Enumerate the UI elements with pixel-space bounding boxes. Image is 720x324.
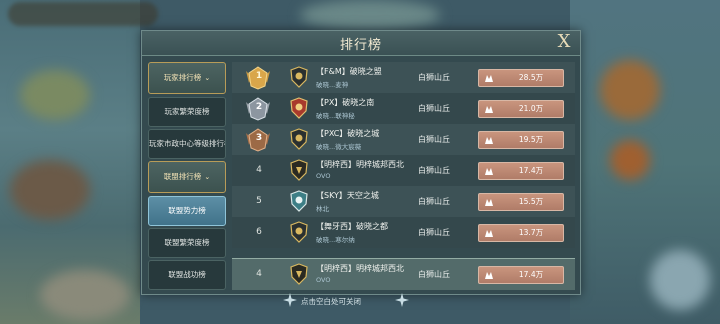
alliance-location: 白狮山丘: [418, 135, 450, 144]
sidebar-item-label: 玩家市政中心等级排行榜: [149, 139, 226, 148]
alliance-location: 白狮山丘: [418, 166, 450, 175]
alliance-leader: 破晓...微大宸薇: [316, 143, 362, 151]
power-value: 21.0万: [518, 104, 544, 113]
power-value: 13.7万: [518, 228, 544, 237]
sidebar-item-player-prosperity[interactable]: 玩家繁荣度榜: [148, 97, 226, 127]
rank-number: 6: [256, 227, 262, 237]
chevron-down-icon: ⌄: [204, 74, 211, 82]
alliance-leader: 破晓...麦神: [316, 81, 349, 89]
chevron-down-icon: ⌄: [204, 173, 211, 181]
background-blur: [10, 160, 90, 220]
power-badge: 19.5万: [478, 131, 564, 149]
alliance-name: 【SKY】天空之城: [316, 191, 379, 200]
background-blur: [40, 270, 130, 320]
power-icon: [485, 199, 493, 206]
sidebar-group-alliance[interactable]: 联盟排行榜 ⌄: [148, 161, 226, 193]
alliance-name: 【PX】破晓之南: [316, 98, 375, 107]
alliance-name: 【舞牙西】破晓之都: [316, 222, 388, 231]
alliance-leader: OVO: [316, 172, 331, 180]
power-icon: [485, 75, 493, 82]
close-button[interactable]: X: [554, 31, 574, 53]
alliance-name: 【明梓西】明梓城邦西北: [316, 264, 404, 273]
rank-number: 4: [256, 269, 262, 279]
background-blur: [610, 140, 650, 180]
power-icon: [485, 106, 493, 113]
power-icon: [485, 137, 493, 144]
alliance-leader: 破晓...寒尔纳: [316, 236, 355, 244]
background-blur: [650, 250, 710, 310]
sidebar-item-player-cityhall[interactable]: 玩家市政中心等级排行榜: [148, 129, 226, 159]
power-badge: 17.4万: [478, 162, 564, 180]
power-badge: 21.0万: [478, 100, 564, 118]
sidebar-group-player[interactable]: 玩家排行榜 ⌄: [148, 62, 226, 94]
alliance-leader: 林北: [316, 205, 329, 213]
sidebar-group-label: 联盟排行榜: [163, 172, 202, 181]
power-value: 19.5万: [518, 135, 544, 144]
ranking-row[interactable]: 1 【F&M】破晓之盟 破晓...麦神 白狮山丘 28.5万: [232, 62, 575, 93]
alliance-location: 白狮山丘: [418, 197, 450, 206]
rank-number: 1: [255, 71, 263, 81]
sparkle-right-icon: [395, 293, 409, 307]
alliance-shield-icon: [290, 128, 308, 150]
sidebar-item-label: 联盟战功榜: [168, 270, 206, 279]
ranking-row[interactable]: 6 【舞牙西】破晓之都 破晓...寒尔纳 白狮山丘 13.7万: [232, 217, 575, 248]
dialog-title: 排行榜: [339, 38, 382, 53]
background-topbar: [8, 2, 158, 26]
sidebar-item-alliance-prosperity[interactable]: 联盟繁荣度榜: [148, 228, 226, 258]
alliance-leader: OVO: [316, 276, 331, 284]
power-badge: 28.5万: [478, 69, 564, 87]
power-icon: [485, 272, 493, 279]
alliance-shield-icon: [290, 263, 308, 285]
alliance-shield-icon: [290, 97, 308, 119]
sidebar-item-alliance-power[interactable]: 联盟势力榜: [148, 196, 226, 226]
power-value: 28.5万: [518, 73, 544, 82]
sidebar-item-label: 玩家繁荣度榜: [164, 107, 210, 116]
alliance-name: 【F&M】破晓之盟: [316, 67, 382, 76]
alliance-name: 【PXC】破晓之城: [316, 129, 380, 138]
close-hint[interactable]: 点击空白处可关闭: [301, 296, 361, 307]
leaderboard-dialog: 排行榜 X 玩家排行榜 ⌄ 玩家繁荣度榜 玩家市政中心等级排行榜 联盟排行榜 ⌄ 联…: [141, 30, 581, 295]
power-value: 15.5万: [518, 197, 544, 206]
ranking-row[interactable]: 2 【PX】破晓之南 破晓...联神秘 白狮山丘 21.0万: [232, 93, 575, 124]
alliance-location: 白狮山丘: [418, 73, 450, 82]
power-value: 17.4万: [518, 166, 544, 175]
sidebar-item-label: 联盟繁荣度榜: [164, 238, 210, 247]
alliance-shield-icon: [290, 159, 308, 181]
ranking-row[interactable]: 4 【明梓西】明梓城邦西北 OVO 白狮山丘 17.4万: [232, 155, 575, 186]
power-value: 17.4万: [518, 270, 544, 279]
alliance-shield-icon: [290, 190, 308, 212]
alliance-shield-icon: [290, 221, 308, 243]
rank-number: 3: [255, 133, 263, 143]
sidebar-item-alliance-merit[interactable]: 联盟战功榜: [148, 260, 226, 290]
sparkle-left-icon: [283, 293, 297, 307]
ranking-row[interactable]: 3 【PXC】破晓之城 破晓...微大宸薇 白狮山丘 19.5万: [232, 124, 575, 155]
background-blur: [300, 0, 440, 30]
rank-number: 5: [256, 196, 262, 206]
dialog-header: 排行榜 X: [142, 31, 580, 56]
power-badge: 17.4万: [478, 266, 564, 284]
power-badge: 15.5万: [478, 193, 564, 211]
background-blur: [600, 60, 660, 120]
alliance-shield-icon: [290, 66, 308, 88]
alliance-location: 白狮山丘: [418, 104, 450, 113]
category-sidebar: 玩家排行榜 ⌄ 玩家繁荣度榜 玩家市政中心等级排行榜 联盟排行榜 ⌄ 联盟势力榜 联…: [142, 56, 230, 294]
alliance-location: 白狮山丘: [418, 270, 450, 279]
alliance-location: 白狮山丘: [418, 228, 450, 237]
sidebar-group-label: 玩家排行榜: [163, 73, 202, 82]
rank-number: 4: [256, 165, 262, 175]
ranking-row[interactable]: 5 【SKY】天空之城 林北 白狮山丘 15.5万: [232, 186, 575, 217]
rank-number: 2: [255, 102, 263, 112]
power-icon: [485, 230, 493, 237]
background-blur: [20, 70, 90, 120]
alliance-name: 【明梓西】明梓城邦西北: [316, 160, 404, 169]
sidebar-item-label: 联盟势力榜: [168, 206, 206, 215]
power-icon: [485, 168, 493, 175]
power-badge: 13.7万: [478, 224, 564, 242]
alliance-leader: 破晓...联神秘: [316, 112, 355, 120]
self-alliance-row[interactable]: 4 【明梓西】明梓城邦西北 OVO 白狮山丘 17.4万: [232, 258, 575, 290]
